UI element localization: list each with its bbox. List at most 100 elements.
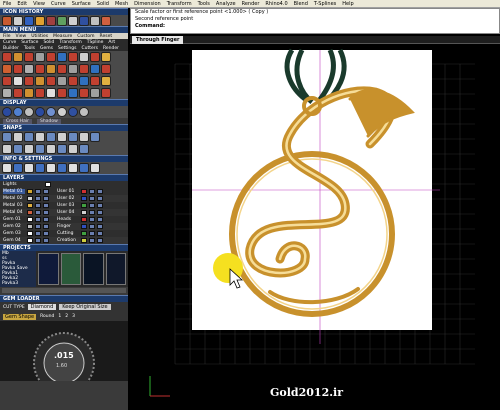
layer-color-swatch[interactable] <box>81 210 87 215</box>
layer-color-swatch[interactable] <box>27 238 33 243</box>
gem-number[interactable]: 1 <box>58 314 61 319</box>
snap-icon[interactable] <box>68 144 78 154</box>
gem-number[interactable]: 3 <box>72 314 75 319</box>
projects-scrollbar[interactable] <box>2 288 126 293</box>
tool-icon[interactable] <box>46 52 56 62</box>
group-transform[interactable]: Transform <box>59 40 81 45</box>
layer-visibility-icon[interactable] <box>35 217 41 222</box>
snap-icon[interactable] <box>35 144 45 154</box>
project-thumbnail[interactable] <box>60 253 81 285</box>
display-mode-icon[interactable] <box>35 107 45 117</box>
layer-color-swatch[interactable] <box>81 231 87 236</box>
display-mode-icon[interactable] <box>13 107 23 117</box>
tool-icon[interactable] <box>101 88 111 98</box>
info-icon[interactable] <box>79 163 89 173</box>
info-icon[interactable] <box>2 163 12 173</box>
snap-icon[interactable] <box>57 144 67 154</box>
layer-color-swatch[interactable] <box>27 196 33 201</box>
history-icon[interactable] <box>57 15 67 26</box>
tool-icon[interactable] <box>90 76 100 86</box>
tool-icon[interactable] <box>79 88 89 98</box>
tool-icon[interactable] <box>13 64 23 74</box>
main-menu-tab[interactable]: View <box>16 34 27 39</box>
info-icon[interactable] <box>46 163 56 173</box>
tool-icon[interactable] <box>2 64 12 74</box>
layer-lock-icon[interactable] <box>97 238 103 243</box>
tool-icon[interactable] <box>57 88 67 98</box>
snap-icon[interactable] <box>35 132 45 142</box>
layer-color-swatch[interactable] <box>27 203 33 208</box>
gem-size-dial[interactable]: .015 1.60 <box>0 321 128 394</box>
layer-color-swatch[interactable] <box>27 217 33 222</box>
layer-name[interactable]: Creation <box>57 238 79 243</box>
project-list-item[interactable]: Pavka3 <box>0 281 36 286</box>
group-tspline[interactable]: TSpline <box>87 40 104 45</box>
tool-icon[interactable] <box>13 52 23 62</box>
snap-icon[interactable] <box>68 132 78 142</box>
group-cutters[interactable]: Cutters <box>81 46 98 51</box>
tool-icon[interactable] <box>46 88 56 98</box>
viewport-tab[interactable]: Through Finger <box>132 36 184 44</box>
tool-icon[interactable] <box>79 52 89 62</box>
layer-name[interactable]: User 02 <box>57 196 79 201</box>
info-icon[interactable] <box>90 163 100 173</box>
info-icon[interactable] <box>24 163 34 173</box>
group-render[interactable]: Render <box>103 46 119 51</box>
gem-number[interactable]: 2 <box>65 314 68 319</box>
display-mode-icon[interactable] <box>46 107 56 117</box>
layer-lock-icon[interactable] <box>43 196 49 201</box>
menu-help[interactable]: Help <box>342 1 353 7</box>
layer-name[interactable]: Metal 01 <box>3 189 25 194</box>
group-art[interactable]: Art <box>108 40 115 45</box>
info-icon[interactable] <box>68 163 78 173</box>
cross-hair-toggle[interactable]: Cross Hair <box>3 118 33 124</box>
layer-lock-icon[interactable] <box>43 224 49 229</box>
layer-visibility-icon[interactable] <box>35 196 41 201</box>
layer-lock-icon[interactable] <box>97 196 103 201</box>
lights-label[interactable]: Lights <box>3 182 43 187</box>
cut-type-select[interactable]: Diamond <box>27 304 57 310</box>
main-menu-header[interactable]: MAIN MENU <box>0 26 128 33</box>
tool-icon[interactable] <box>35 64 45 74</box>
display-mode-icon[interactable] <box>79 107 89 117</box>
tool-icon[interactable] <box>68 64 78 74</box>
layer-visibility-icon[interactable] <box>89 203 95 208</box>
layer-color-swatch[interactable] <box>27 224 33 229</box>
icon-history-header[interactable]: ICON HISTORY <box>0 8 128 15</box>
layer-lock-icon[interactable] <box>43 189 49 194</box>
tool-icon[interactable] <box>79 76 89 86</box>
layer-visibility-icon[interactable] <box>89 231 95 236</box>
layer-visibility-icon[interactable] <box>35 203 41 208</box>
layer-lock-icon[interactable] <box>97 203 103 208</box>
tool-icon[interactable] <box>46 76 56 86</box>
tool-icon[interactable] <box>24 76 34 86</box>
layer-color-swatch[interactable] <box>81 238 87 243</box>
layer-visibility-icon[interactable] <box>89 196 95 201</box>
snap-icon[interactable] <box>2 144 12 154</box>
display-mode-icon[interactable] <box>24 107 34 117</box>
gem-shape-value[interactable]: Round <box>40 314 54 319</box>
history-icon[interactable] <box>68 15 78 26</box>
info-icon[interactable] <box>35 163 45 173</box>
tool-icon[interactable] <box>35 76 45 86</box>
menu-blend[interactable]: Blend <box>294 1 308 7</box>
layer-lock-icon[interactable] <box>97 210 103 215</box>
snap-icon[interactable] <box>13 132 23 142</box>
snap-icon[interactable] <box>2 132 12 142</box>
layer-visibility-icon[interactable] <box>35 224 41 229</box>
menu-dimension[interactable]: Dimension <box>134 1 161 7</box>
history-icon[interactable] <box>90 15 100 26</box>
group-builder[interactable]: Builder <box>3 46 19 51</box>
snaps-header[interactable]: SNAPS <box>0 124 128 131</box>
snap-icon[interactable] <box>24 132 34 142</box>
menu-surface[interactable]: Surface <box>72 1 91 7</box>
history-icon[interactable] <box>2 15 12 26</box>
display-mode-icon[interactable] <box>2 107 12 117</box>
layer-visibility-icon[interactable] <box>89 224 95 229</box>
keep-original-size-button[interactable]: Keep Original Size <box>59 304 111 310</box>
layer-name[interactable]: Gem 04 <box>3 238 25 243</box>
history-icon[interactable] <box>24 15 34 26</box>
tool-icon[interactable] <box>101 76 111 86</box>
layer-visibility-icon[interactable] <box>35 210 41 215</box>
main-menu-tab[interactable]: Measure <box>53 34 72 39</box>
